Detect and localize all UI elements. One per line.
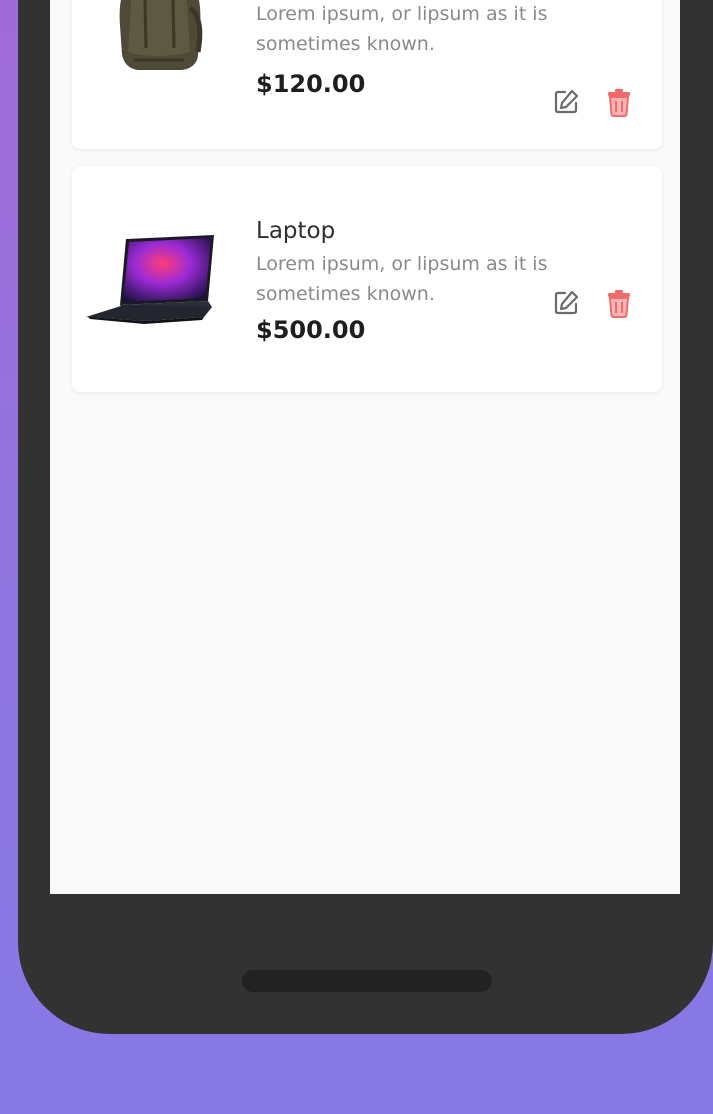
laptop-image — [86, 221, 226, 361]
product-card-laptop[interactable]: Laptop Lorem ipsum, or lipsum as it is s… — [72, 166, 662, 392]
edit-button[interactable] — [549, 85, 583, 119]
backpack-image — [86, 0, 226, 88]
edit-icon — [554, 290, 579, 315]
product-description: Lorem ipsum, or lipsum as it is sometime… — [256, 253, 548, 305]
trash-icon — [608, 290, 630, 318]
product-price: $500.00 — [256, 316, 366, 344]
delete-button[interactable] — [602, 85, 636, 119]
product-card-backpack[interactable]: Lorem ipsum, or lipsum as it is sometime… — [72, 0, 662, 149]
product-price: $120.00 — [256, 70, 366, 98]
trash-icon — [608, 89, 630, 117]
edit-icon — [554, 89, 579, 114]
home-indicator[interactable] — [242, 970, 492, 992]
product-description: Lorem ipsum, or lipsum as it is sometime… — [256, 3, 548, 55]
delete-button[interactable] — [602, 286, 636, 320]
product-title: Laptop — [256, 218, 336, 244]
phone-frame: Lorem ipsum, or lipsum as it is sometime… — [18, 0, 713, 1034]
app-screen: Lorem ipsum, or lipsum as it is sometime… — [50, 0, 680, 894]
edit-button[interactable] — [549, 286, 583, 320]
